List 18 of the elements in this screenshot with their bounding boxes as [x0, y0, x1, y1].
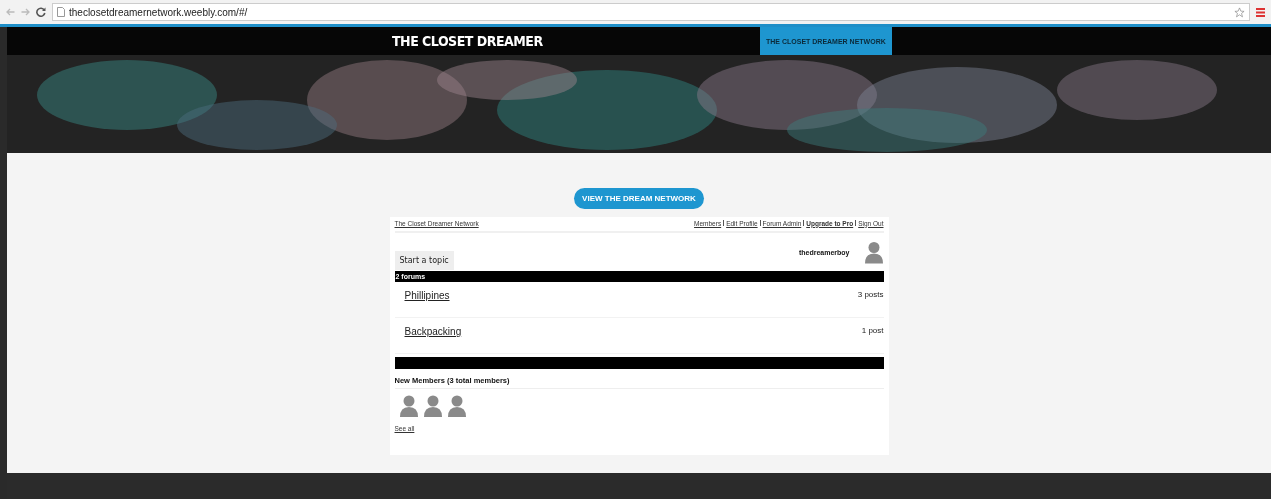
star-icon[interactable] [1234, 6, 1245, 18]
forward-icon[interactable] [21, 8, 30, 16]
post-count: 1 post [861, 326, 884, 335]
reload-icon[interactable] [36, 7, 46, 17]
start-topic-button[interactable]: Start a topic [394, 251, 454, 270]
site-logo[interactable]: THE CLOSET DREAMER [392, 27, 760, 55]
address-bar[interactable]: theclosetdreamernetwork.weebly.com/#/ [52, 3, 1250, 21]
avatar-icon [398, 395, 419, 417]
page-icon [57, 7, 65, 17]
forum-link[interactable]: Backpacking [404, 326, 462, 337]
back-icon[interactable] [6, 8, 15, 16]
avatar-icon [446, 395, 467, 417]
post-count: 3 posts [857, 290, 884, 299]
forum-link[interactable]: Phillipines [404, 290, 450, 301]
avatar-icon [863, 240, 884, 264]
avatar-icon [422, 395, 443, 417]
url-text: theclosetdreamernetwork.weebly.com/#/ [69, 6, 248, 18]
menu-icon[interactable] [1256, 7, 1265, 17]
